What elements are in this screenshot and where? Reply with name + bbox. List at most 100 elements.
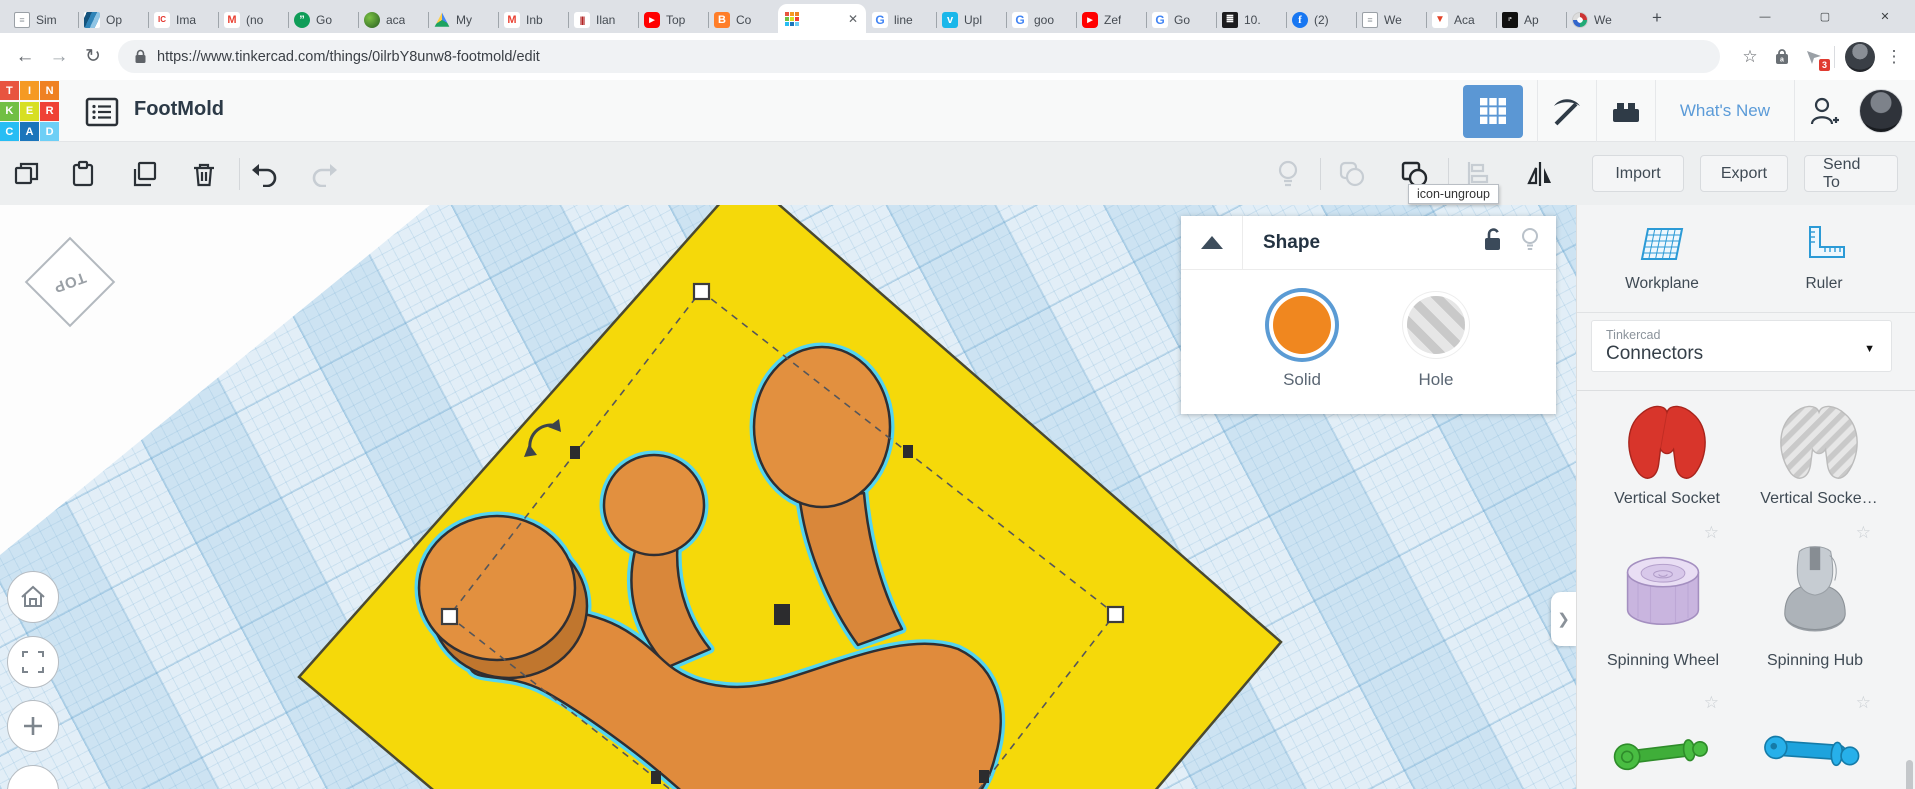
maximize-button[interactable]: ▢ [1795,0,1855,33]
browser-tab[interactable]: v Upl [936,7,1006,33]
browser-tab[interactable]: i* Ap [1496,7,1566,33]
browser-tab[interactable]: ” Go [288,7,358,33]
workplane-tool[interactable]: Workplane [1592,223,1732,293]
forward-icon[interactable]: → [42,40,76,74]
unlock-icon[interactable] [1482,227,1504,258]
extension-pointer-icon[interactable]: 3 [1798,41,1830,73]
scrollbar-thumb[interactable] [1906,760,1913,789]
home-view-button[interactable] [7,571,59,623]
scale-handle-corner[interactable] [440,607,459,626]
browser-tab[interactable]: ≣ 10. [1216,7,1286,33]
pin-blue-thumbnail [1757,713,1873,788]
invite-person-icon[interactable] [1795,80,1853,142]
tab-label: Co [736,13,752,27]
solid-swatch[interactable] [1273,296,1331,354]
part-tile[interactable]: ☆ Spinning Hub [1745,523,1885,670]
scale-handle-edge[interactable] [903,445,913,458]
send-to-button[interactable]: Send To [1804,155,1898,192]
browser-menu-icon[interactable]: ⋮ [1881,47,1907,67]
browser-tab[interactable]: ||| Ilan [568,7,638,33]
favorite-star-icon[interactable]: ☆ [1704,693,1719,713]
scale-handle-corner[interactable] [692,282,711,301]
address-bar[interactable]: https://www.tinkercad.com/things/0ilrbY8… [118,40,1720,73]
height-handle-center[interactable] [774,604,790,625]
browser-tab[interactable]: ≡ We [1356,7,1426,33]
leaf-favicon [364,12,380,28]
brick-icon[interactable] [1597,80,1655,142]
sidebar-collapse-handle[interactable]: ❯ [1551,592,1576,646]
logo-cell: A [20,122,39,141]
browser-tab[interactable]: M Inb [498,7,568,33]
favorite-star-icon[interactable]: ☆ [1856,693,1871,713]
scale-handle-edge[interactable] [979,770,989,783]
import-button[interactable]: Import [1592,155,1684,192]
favorite-star-icon[interactable]: ☆ [1856,523,1871,543]
copy-button[interactable] [5,152,49,196]
big-toe-top[interactable] [417,514,577,662]
browser-tab[interactable]: We [1566,7,1636,33]
new-tab-button[interactable]: + [1642,5,1672,31]
browser-profile-avatar[interactable] [1845,41,1875,72]
right-toe-ellipse[interactable] [752,345,892,509]
group-button[interactable] [1330,152,1374,196]
zoom-in-button[interactable] [7,700,59,752]
browser-tab[interactable]: My [428,7,498,33]
scale-handle-corner[interactable] [1106,605,1125,624]
browser-tab-active[interactable]: ✕ [778,4,866,33]
tinkercad-logo[interactable]: TIN KER CAD [0,81,59,141]
browser-tab[interactable]: aca [358,7,428,33]
reload-icon[interactable]: ↻ [76,40,110,74]
browser-tab[interactable]: B Co [708,7,778,33]
export-button[interactable]: Export [1700,155,1788,192]
browser-tab[interactable]: M (no [218,7,288,33]
visibility-bulb-icon[interactable] [1520,227,1540,258]
hole-swatch[interactable] [1407,296,1465,354]
tab-label: (2) [1314,13,1329,27]
toolbar-divider [239,158,240,190]
browser-tab[interactable]: ▼ Aca [1426,7,1496,33]
show-all-bulb-button[interactable] [1266,152,1310,196]
minecraft-pickaxe-icon[interactable] [1538,80,1596,142]
favorite-star-icon[interactable]: ☆ [1704,523,1719,543]
delete-button[interactable] [182,152,226,196]
wheel-thumbnail [1609,543,1717,648]
back-icon[interactable]: ← [8,40,42,74]
dashboard-grid-button[interactable] [1462,84,1523,138]
paste-button[interactable] [61,152,105,196]
fit-view-button[interactable] [7,636,59,688]
middle-toe-sphere[interactable] [602,453,706,557]
panel-collapse-button[interactable] [1181,215,1243,270]
part-tile[interactable]: ☆ [1593,693,1733,788]
part-tile[interactable]: ☆ Spinning Wheel [1593,523,1733,670]
scale-handle-edge[interactable] [570,446,580,459]
browser-tab[interactable]: ▶ Zef [1076,7,1146,33]
browser-tab[interactable]: f (2) [1286,7,1356,33]
minimize-button[interactable]: — [1735,0,1795,33]
extension-bag-icon[interactable]: a [1766,41,1798,73]
scale-handle-edge[interactable] [651,771,661,784]
tab-close-icon[interactable]: ✕ [846,12,860,26]
bookmark-star-icon[interactable]: ☆ [1734,47,1766,67]
tab-label: We [1594,13,1612,27]
redo-button[interactable] [302,152,346,196]
part-tile[interactable]: ☆ [1745,693,1885,788]
ruler-tool[interactable]: Ruler [1754,223,1894,293]
library-dropdown[interactable]: Tinkercad Connectors ▼ [1591,320,1892,372]
browser-tab[interactable]: ≡ Sim [8,7,78,33]
browser-tab[interactable]: Ggoo [1006,7,1076,33]
browser-tab[interactable]: G Go [1146,7,1216,33]
window-controls: — ▢ ✕ [1735,0,1915,33]
whats-new-link[interactable]: What's New [1656,101,1794,121]
part-tile[interactable]: Vertical Socket [1597,401,1737,508]
account-avatar[interactable] [1859,89,1903,133]
undo-button[interactable] [243,152,287,196]
browser-tab[interactable]: IC Ima [148,7,218,33]
mirror-button[interactable] [1518,152,1562,196]
browser-tab[interactable]: Gline [866,7,936,33]
part-tile[interactable]: Vertical Socke… [1749,401,1889,508]
browser-tab[interactable]: Op [78,7,148,33]
close-window-button[interactable]: ✕ [1855,0,1915,33]
duplicate-button[interactable] [123,152,167,196]
browser-tab[interactable]: ▶ Top [638,7,708,33]
design-properties-button[interactable] [82,95,122,129]
